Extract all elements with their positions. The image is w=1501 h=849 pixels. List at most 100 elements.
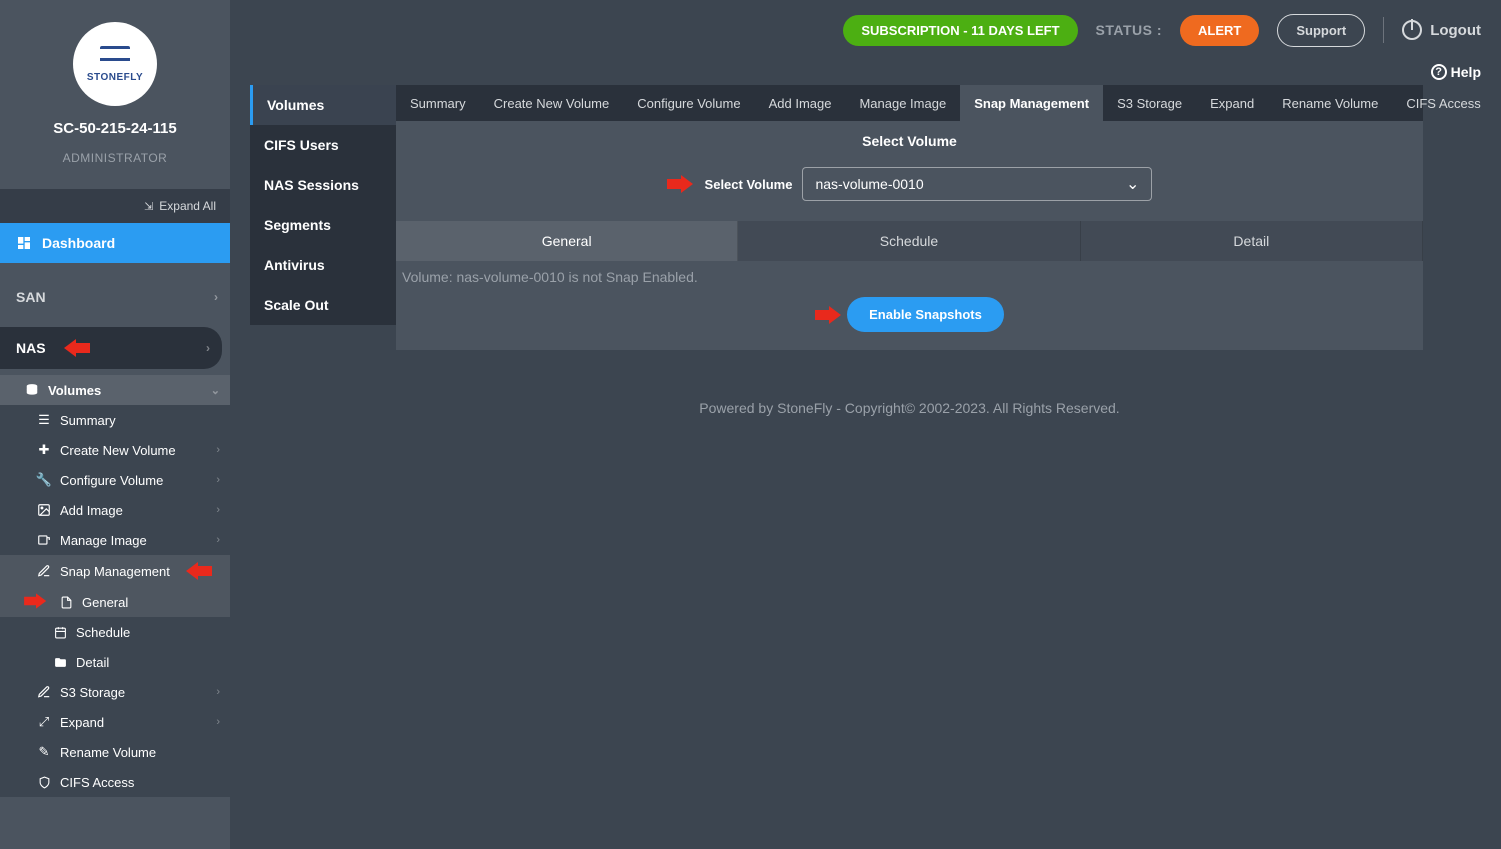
subtree-manage-image[interactable]: Manage Image › xyxy=(0,525,230,555)
menu2-volumes[interactable]: Volumes xyxy=(250,85,396,125)
subtree-add-image[interactable]: Add Image › xyxy=(0,495,230,525)
top-tabs: Summary Create New Volume Configure Volu… xyxy=(396,85,1423,121)
enable-snapshots-button[interactable]: Enable Snapshots xyxy=(847,297,1004,332)
tab-summary[interactable]: Summary xyxy=(396,85,480,121)
tab-snap[interactable]: Snap Management xyxy=(960,85,1103,121)
user-role: ADMINISTRATOR xyxy=(63,151,168,165)
support-button[interactable]: Support xyxy=(1277,14,1365,47)
tab-configure[interactable]: Configure Volume xyxy=(623,85,754,121)
menu2-nas-sessions[interactable]: NAS Sessions xyxy=(250,165,396,205)
subtree-expand-label: Expand xyxy=(60,715,104,730)
shield-icon xyxy=(36,774,52,790)
expand-all-button[interactable]: ⇲ Expand All xyxy=(0,189,230,223)
subtree-add-image-label: Add Image xyxy=(60,503,123,518)
subtab-detail[interactable]: Detail xyxy=(1081,221,1423,261)
topbar: SUBSCRIPTION - 11 DAYS LEFT STATUS : ALE… xyxy=(230,0,1501,60)
tab-add-image[interactable]: Add Image xyxy=(755,85,846,121)
power-icon xyxy=(1402,20,1422,40)
chevron-icon: › xyxy=(216,504,220,516)
help-link[interactable]: ? Help xyxy=(1431,64,1481,80)
select-volume-label: Select Volume xyxy=(705,177,793,192)
chevron-right-icon: › xyxy=(214,290,218,304)
dashboard-icon xyxy=(16,235,32,251)
red-arrow-annotation xyxy=(815,306,843,324)
subtree-volumes[interactable]: Volumes ⌄ xyxy=(0,375,230,405)
image-icon xyxy=(36,502,52,518)
expand-icon: ⤢ xyxy=(36,714,52,730)
subscription-pill[interactable]: SUBSCRIPTION - 11 DAYS LEFT xyxy=(843,15,1077,46)
status-label: STATUS : xyxy=(1096,22,1162,38)
subtree-cifs-label: CIFS Access xyxy=(60,775,134,790)
menu2-scale-out[interactable]: Scale Out xyxy=(250,285,396,325)
sub-tabs: General Schedule Detail xyxy=(396,221,1423,261)
host-name: SC-50-215-24-115 xyxy=(53,120,176,137)
subtree-cifs[interactable]: CIFS Access xyxy=(0,767,230,797)
image-gear-icon xyxy=(36,532,52,548)
red-arrow-annotation xyxy=(24,593,48,608)
logo: STONEFLY SC-50-215-24-115 ADMINISTRATOR xyxy=(0,0,230,189)
status-message: Volume: nas-volume-0010 is not Snap Enab… xyxy=(396,261,1423,285)
subtree-detail-label: Detail xyxy=(76,655,109,670)
tab-s3[interactable]: S3 Storage xyxy=(1103,85,1196,121)
subtree-summary[interactable]: ☰ Summary xyxy=(0,405,230,435)
subtree-create[interactable]: ✚ Create New Volume › xyxy=(0,435,230,465)
chevron-icon: › xyxy=(216,534,220,546)
menu2-segments[interactable]: Segments xyxy=(250,205,396,245)
edit-icon xyxy=(36,684,52,700)
divider xyxy=(1383,17,1384,43)
nav-dashboard-label: Dashboard xyxy=(42,235,115,251)
tab-expand[interactable]: Expand xyxy=(1196,85,1268,121)
chevron-icon: › xyxy=(216,474,220,486)
secondary-menu: Volumes CIFS Users NAS Sessions Segments… xyxy=(250,85,396,325)
wrench-icon: 🔧 xyxy=(36,472,52,488)
content-panel: Select Volume Select Volume nas-volume-0… xyxy=(396,121,1423,350)
sidebar: STONEFLY SC-50-215-24-115 ADMINISTRATOR … xyxy=(0,0,230,849)
chevron-right-icon: › xyxy=(206,341,210,355)
chevron-icon: ⌄ xyxy=(211,384,220,397)
tab-rename[interactable]: Rename Volume xyxy=(1268,85,1392,121)
tab-manage-image[interactable]: Manage Image xyxy=(845,85,960,121)
subtree-snap[interactable]: Snap Management xyxy=(0,555,230,587)
subtree-rename-label: Rename Volume xyxy=(60,745,156,760)
plus-icon: ✚ xyxy=(36,442,52,458)
help-label: Help xyxy=(1451,64,1481,80)
nas-subtree: Volumes ⌄ ☰ Summary ✚ Create New Volume … xyxy=(0,375,230,797)
subtab-general[interactable]: General xyxy=(396,221,738,261)
pencil-icon: ✎ xyxy=(36,744,52,760)
calendar-icon xyxy=(52,624,68,640)
subtab-schedule[interactable]: Schedule xyxy=(738,221,1080,261)
nav-nas[interactable]: NAS › xyxy=(0,327,222,369)
red-arrow-annotation xyxy=(667,175,695,193)
logout-button[interactable]: Logout xyxy=(1402,20,1481,40)
menu2-cifs-users[interactable]: CIFS Users xyxy=(250,125,396,165)
subtree-expand[interactable]: ⤢ Expand › xyxy=(0,707,230,737)
folder-icon xyxy=(52,654,68,670)
subtree-snap-label: Snap Management xyxy=(60,564,170,579)
subtree-general-label: General xyxy=(82,595,128,610)
subtree-create-label: Create New Volume xyxy=(60,443,176,458)
nav-san[interactable]: SAN › xyxy=(0,277,230,317)
nav-nas-label: NAS xyxy=(16,340,46,356)
nav-dashboard[interactable]: Dashboard xyxy=(0,223,230,263)
chevron-icon: › xyxy=(216,444,220,456)
subtree-configure[interactable]: 🔧 Configure Volume › xyxy=(0,465,230,495)
subtree-detail[interactable]: Detail xyxy=(0,647,230,677)
menu2-antivirus[interactable]: Antivirus xyxy=(250,245,396,285)
subtree-general[interactable]: General xyxy=(0,587,230,617)
alert-button[interactable]: ALERT xyxy=(1180,15,1259,46)
logo-image xyxy=(100,46,130,68)
document-icon xyxy=(58,594,74,610)
subtree-rename[interactable]: ✎ Rename Volume xyxy=(0,737,230,767)
select-volume-dropdown[interactable]: nas-volume-0010 xyxy=(802,167,1152,201)
logo-brand: STONEFLY xyxy=(87,72,143,83)
chevron-icon: › xyxy=(216,716,220,728)
subtree-manage-image-label: Manage Image xyxy=(60,533,147,548)
subtree-s3[interactable]: S3 Storage › xyxy=(0,677,230,707)
red-arrow-annotation xyxy=(62,339,90,357)
subtree-summary-label: Summary xyxy=(60,413,116,428)
subtree-configure-label: Configure Volume xyxy=(60,473,163,488)
database-icon xyxy=(24,382,40,398)
tab-cifs[interactable]: CIFS Access xyxy=(1392,85,1494,121)
subtree-schedule[interactable]: Schedule xyxy=(0,617,230,647)
tab-create[interactable]: Create New Volume xyxy=(480,85,624,121)
